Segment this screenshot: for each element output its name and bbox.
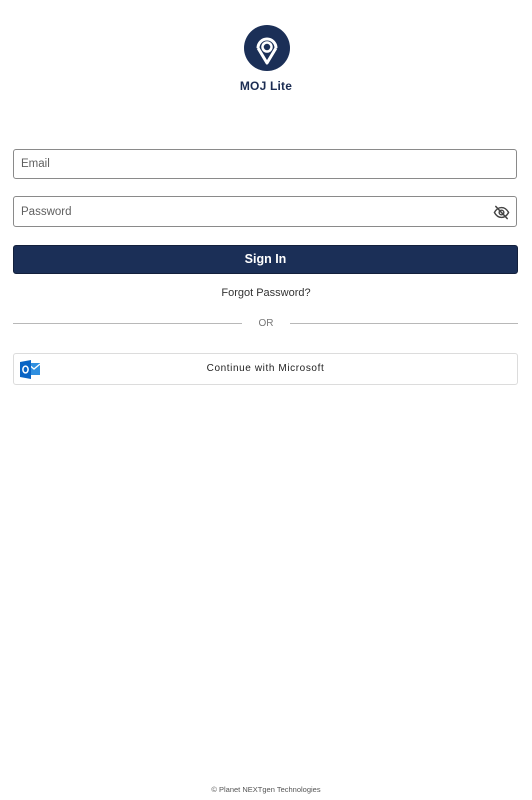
continue-with-microsoft-button[interactable]: Continue with Microsoft: [13, 353, 518, 385]
or-divider-label: OR: [258, 318, 274, 329]
eye-off-icon[interactable]: [493, 204, 510, 221]
email-input[interactable]: [14, 150, 516, 178]
app-title: MOJ Lite: [239, 79, 293, 93]
email-field-container: [13, 149, 517, 179]
password-input[interactable]: [14, 197, 516, 226]
sign-in-button[interactable]: Sign In: [13, 245, 518, 274]
app-logo-icon: [244, 25, 290, 71]
password-field-container: [13, 196, 517, 227]
divider-line-right: [290, 323, 518, 324]
microsoft-button-label: Continue with Microsoft: [206, 363, 325, 374]
divider-line-left: [13, 323, 242, 324]
forgot-password-link[interactable]: Forgot Password?: [0, 287, 532, 299]
footer-copyright: © Planet NEXTgen Technologies: [211, 785, 321, 794]
